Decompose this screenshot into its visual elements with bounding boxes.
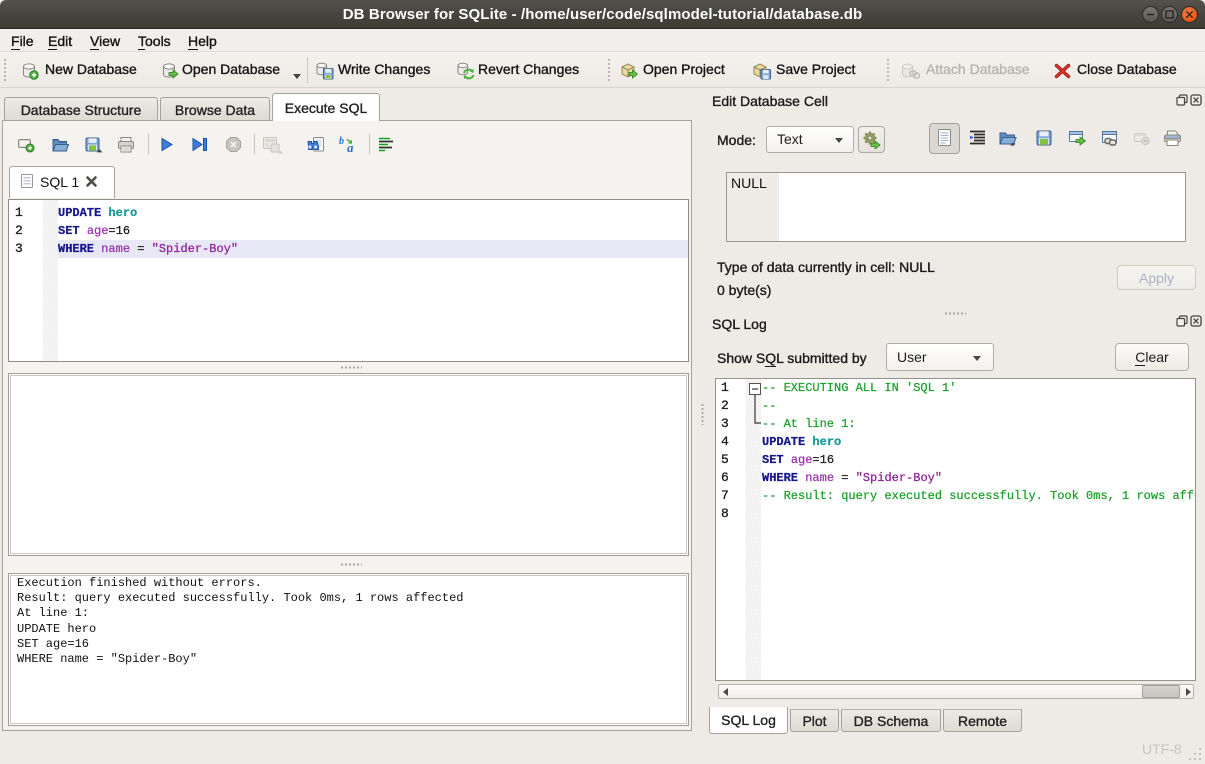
- svg-text:b: b: [339, 136, 344, 147]
